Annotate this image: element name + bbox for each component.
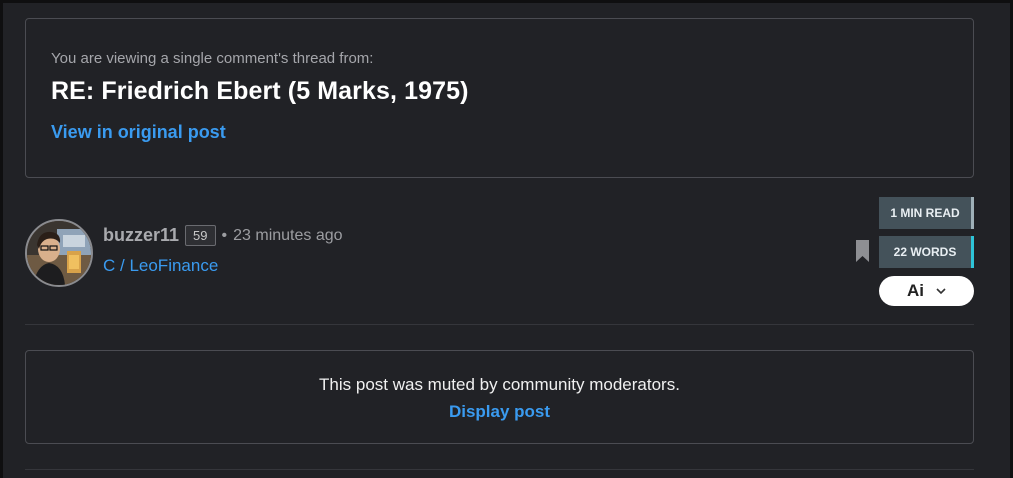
reputation-badge: 59 <box>185 225 216 246</box>
chevron-down-icon <box>936 287 946 294</box>
community-link[interactable]: C / LeoFinance <box>103 256 218 276</box>
thread-context-card: You are viewing a single comment's threa… <box>25 18 974 178</box>
word-count-badge: 22 WORDS <box>879 236 974 268</box>
ai-dropdown-button[interactable]: Ai <box>879 276 974 306</box>
divider <box>25 324 974 325</box>
separator-dot: • <box>221 226 228 244</box>
avatar[interactable] <box>25 219 93 287</box>
page: You are viewing a single comment's threa… <box>3 3 1010 478</box>
author-name[interactable]: buzzer11 <box>103 225 179 246</box>
read-time-badge: 1 MIN READ <box>879 197 974 229</box>
bookmark-icon[interactable] <box>856 240 869 262</box>
user-avatar-image <box>27 221 91 285</box>
view-original-post-link[interactable]: View in original post <box>51 122 226 143</box>
display-post-link[interactable]: Display post <box>26 402 973 422</box>
muted-post-notice: This post was muted by community moderat… <box>25 350 974 444</box>
thread-title: RE: Friedrich Ebert (5 Marks, 1975) <box>51 77 469 105</box>
divider <box>25 469 974 470</box>
thread-intro-text: You are viewing a single comment's threa… <box>51 50 374 67</box>
muted-message: This post was muted by community moderat… <box>319 375 680 394</box>
post-timestamp[interactable]: 23 minutes ago <box>233 227 342 245</box>
ai-label: Ai <box>907 281 924 300</box>
comment-author-row: buzzer11 59 • 23 minutes ago <box>103 225 343 246</box>
